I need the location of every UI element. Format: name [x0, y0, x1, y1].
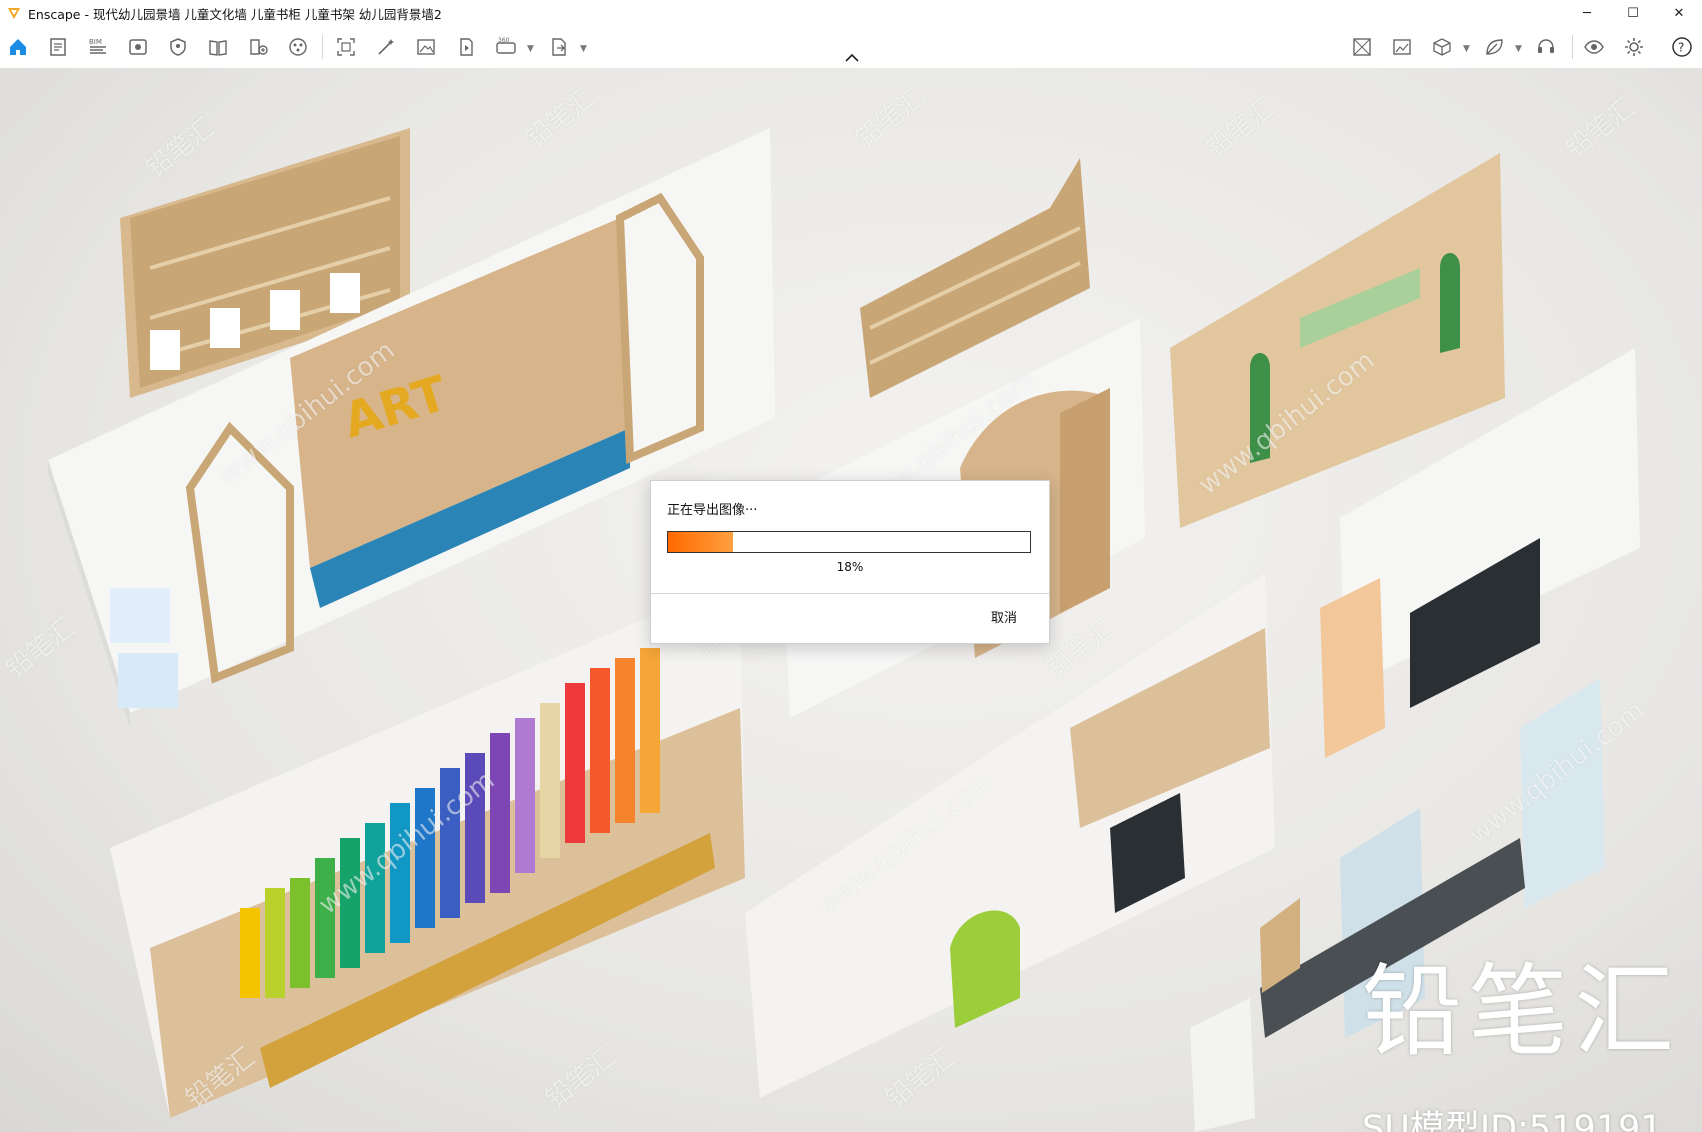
asset-library-icon — [250, 39, 268, 55]
grid-view-button[interactable] — [1346, 31, 1378, 63]
document-button[interactable] — [42, 31, 74, 63]
toolbar-separator — [1572, 35, 1573, 59]
collapse-toolbar-button[interactable] — [842, 52, 862, 64]
screenshot-button[interactable] — [410, 31, 442, 63]
progress-fill — [668, 532, 734, 552]
cube-dropdown-icon[interactable]: ▼ — [1463, 44, 1470, 54]
magic-wand-icon — [378, 39, 394, 55]
shield-button[interactable] — [162, 31, 194, 63]
enscape-logo-icon — [8, 8, 20, 19]
help-button[interactable]: ? — [1666, 31, 1698, 63]
leaf-icon — [1486, 39, 1503, 55]
home-button[interactable] — [2, 31, 34, 63]
visibility-icon — [1584, 40, 1604, 54]
title-bar: Enscape - 现代幼儿园景墙 儿童文化墙 儿童书柜 儿童书架 幼儿园背景墙… — [0, 0, 1702, 26]
help-icon: ? — [1672, 37, 1692, 57]
book-icon — [209, 40, 227, 56]
render-video-button[interactable] — [450, 31, 482, 63]
export-progress-bar — [667, 531, 1031, 553]
cube-icon — [1433, 38, 1451, 56]
export-icon — [552, 38, 566, 56]
material-icon — [289, 38, 307, 56]
svg-text:360: 360 — [498, 37, 510, 44]
brand-watermark: 铅笔汇 — [1362, 953, 1680, 1070]
leaf-button[interactable] — [1478, 31, 1510, 63]
svg-text:?: ? — [1678, 41, 1684, 55]
export-progress-dialog: 正在导出图像··· 18% 取消 — [650, 480, 1050, 644]
visibility-button[interactable] — [1578, 31, 1610, 63]
bim-button[interactable]: BIM — [82, 31, 114, 63]
capture-icon — [337, 38, 355, 56]
dialog-divider — [651, 593, 1049, 594]
panorama-360-icon: 360 — [496, 37, 516, 54]
window-title: Enscape - 现代幼儿园景墙 儿童文化墙 儿童书柜 儿童书架 幼儿园背景墙… — [28, 6, 442, 22]
settings-icon — [1625, 38, 1643, 56]
svg-text:BIM: BIM — [89, 38, 102, 46]
headset-icon — [1538, 39, 1554, 53]
cube-button[interactable] — [1426, 31, 1458, 63]
toolbar-separator — [322, 35, 323, 59]
eye-view-icon — [129, 39, 147, 55]
close-button[interactable]: ✕ — [1656, 0, 1702, 26]
grid-view-icon — [1353, 38, 1371, 56]
model-id-label: SU模型ID:519191 — [1362, 1109, 1663, 1132]
image-icon — [417, 39, 435, 55]
asset-library-button[interactable] — [242, 31, 274, 63]
dialog-title: 正在导出图像··· — [667, 503, 758, 518]
panorama-button[interactable]: 360 — [490, 31, 522, 63]
render-video-icon — [460, 38, 473, 56]
cancel-button[interactable]: 取消 — [991, 607, 1017, 626]
minimize-button[interactable]: ─ — [1564, 0, 1610, 26]
bim-icon: BIM — [89, 38, 106, 54]
progress-percent: 18% — [836, 560, 864, 574]
view-mode-button[interactable] — [122, 31, 154, 63]
material-button[interactable] — [282, 31, 314, 63]
image-compare-button[interactable] — [1386, 31, 1418, 63]
image-compare-icon — [1393, 39, 1411, 55]
book-button[interactable] — [202, 31, 234, 63]
panorama-dropdown-icon[interactable]: ▼ — [527, 44, 534, 54]
shield-icon — [170, 38, 186, 56]
window-controls: ─ ☐ ✕ — [1564, 0, 1702, 26]
chevron-up-icon — [845, 54, 859, 62]
leaf-dropdown-icon[interactable]: ▼ — [1515, 44, 1522, 54]
export-button[interactable] — [543, 31, 575, 63]
capture-button[interactable] — [330, 31, 362, 63]
document-icon — [50, 38, 66, 56]
settings-button[interactable] — [1618, 31, 1650, 63]
maximize-button[interactable]: ☐ — [1610, 0, 1656, 26]
home-icon — [10, 39, 26, 55]
magic-wand-button[interactable] — [370, 31, 402, 63]
vr-headset-button[interactable] — [1530, 31, 1562, 63]
export-dropdown-icon[interactable]: ▼ — [580, 44, 587, 54]
